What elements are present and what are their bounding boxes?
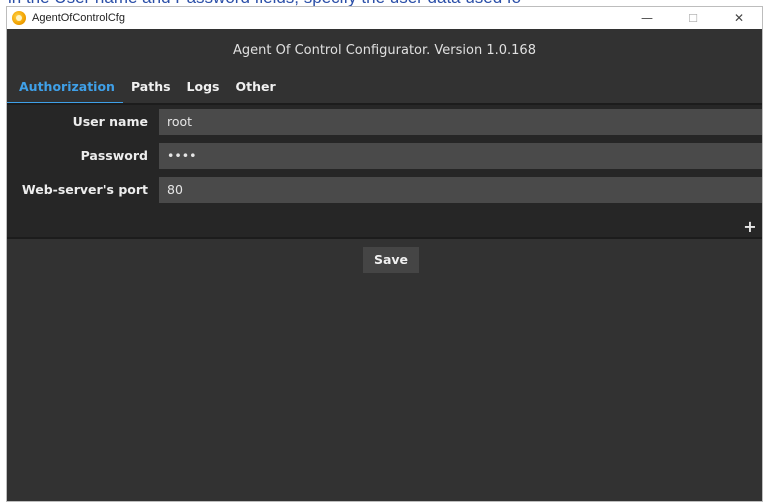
authorization-panel: User name root Password •••• Web-server'… bbox=[7, 103, 762, 239]
add-icon[interactable]: + bbox=[742, 217, 758, 236]
page-title: Agent Of Control Configurator. Version 1… bbox=[233, 43, 536, 58]
close-icon[interactable]: ✕ bbox=[716, 7, 762, 29]
maximize-icon[interactable]: ☐ bbox=[670, 7, 716, 29]
save-button[interactable]: Save bbox=[363, 247, 419, 273]
username-row: User name root bbox=[7, 109, 762, 135]
password-field[interactable]: •••• bbox=[159, 143, 762, 169]
minimize-icon[interactable]: — bbox=[624, 7, 670, 29]
port-label: Web-server's port bbox=[21, 182, 148, 197]
window-controls: — ☐ ✕ bbox=[624, 7, 762, 29]
port-row: Web-server's port 80 bbox=[7, 177, 762, 203]
username-field[interactable]: root bbox=[159, 109, 762, 135]
tab-paths[interactable]: Paths bbox=[123, 73, 179, 105]
tab-other[interactable]: Other bbox=[227, 73, 283, 105]
password-label: Password bbox=[80, 148, 148, 163]
app-window: AgentOfControlCfg — ☐ ✕ Agent Of Control… bbox=[6, 6, 763, 502]
username-label: User name bbox=[72, 114, 148, 129]
tab-bar: Authorization Paths Logs Other bbox=[7, 73, 762, 105]
tab-authorization[interactable]: Authorization bbox=[7, 73, 123, 105]
title-bar: AgentOfControlCfg — ☐ ✕ bbox=[7, 7, 762, 29]
window-title: AgentOfControlCfg bbox=[32, 12, 125, 24]
password-row: Password •••• bbox=[7, 143, 762, 169]
app-icon bbox=[12, 11, 26, 25]
tab-logs[interactable]: Logs bbox=[179, 73, 228, 105]
port-field[interactable]: 80 bbox=[159, 177, 762, 203]
